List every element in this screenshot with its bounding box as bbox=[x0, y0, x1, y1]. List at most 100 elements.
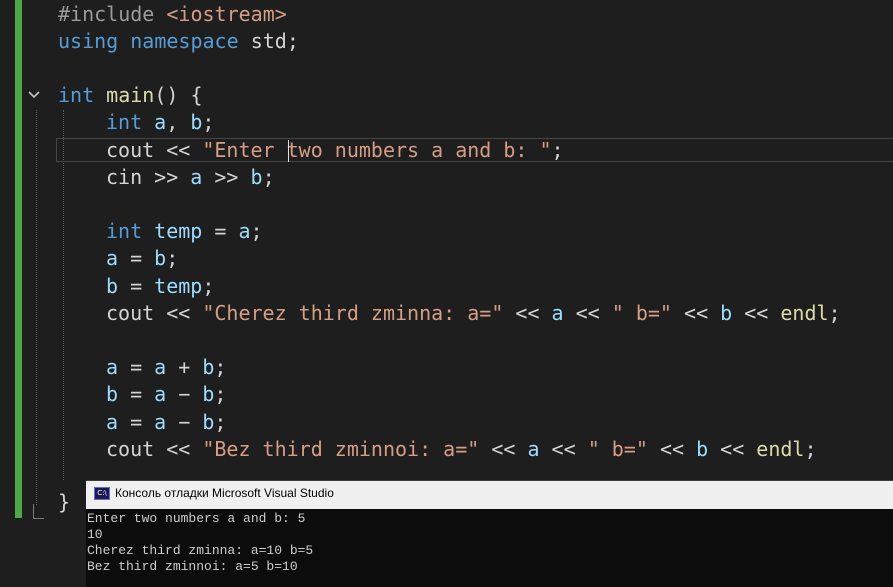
code-line-9[interactable]: int temp = a; bbox=[106, 218, 263, 245]
semicolon: ; bbox=[202, 274, 215, 298]
operator: − bbox=[166, 382, 203, 406]
semicolon: ; bbox=[804, 437, 817, 461]
variable: b bbox=[696, 437, 709, 461]
operator: = bbox=[118, 382, 155, 406]
console-output[interactable]: Enter two numbers a and b: 5 10 Cherez t… bbox=[87, 510, 892, 587]
console-output-line: Enter two numbers a and b: 5 bbox=[87, 511, 306, 526]
operator: − bbox=[166, 410, 203, 434]
operator: << bbox=[539, 437, 588, 461]
code-line-2[interactable]: using namespace std; bbox=[58, 28, 299, 55]
console-output-line: 10 bbox=[87, 527, 103, 542]
variable: b bbox=[190, 110, 203, 134]
semicolon: ; bbox=[202, 110, 215, 134]
string-literal: "Bez third zminnoi: a=" bbox=[202, 437, 480, 461]
operator: << bbox=[503, 301, 552, 325]
variable: temp bbox=[154, 274, 203, 298]
semicolon: ; bbox=[166, 246, 179, 270]
code-line-17[interactable]: cout << "Bez third zminnoi: a=" << a << … bbox=[106, 436, 817, 463]
code-line-19[interactable]: } bbox=[58, 489, 70, 516]
variable: a bbox=[106, 410, 119, 434]
semicolon: ; bbox=[214, 382, 227, 406]
text-caret bbox=[288, 140, 289, 162]
string-literal: " b=" bbox=[587, 437, 648, 461]
semicolon: ; bbox=[551, 138, 564, 162]
operator: << bbox=[154, 301, 203, 325]
variable: a bbox=[106, 246, 119, 270]
code-line-14[interactable]: a = a + b; bbox=[106, 354, 226, 381]
identifier: cin bbox=[106, 165, 143, 189]
type-keyword: int bbox=[58, 83, 95, 107]
identifier: cout bbox=[106, 437, 155, 461]
punctuation: , bbox=[166, 110, 191, 134]
semicolon: ; bbox=[262, 165, 275, 189]
semicolon: ; bbox=[828, 301, 841, 325]
function-name: endl bbox=[780, 301, 829, 325]
chevron-down-icon[interactable] bbox=[26, 84, 44, 106]
console-app-icon: C:\ bbox=[94, 487, 110, 500]
operator: << bbox=[154, 437, 203, 461]
closing-brace: } bbox=[58, 490, 71, 514]
operator: << bbox=[647, 437, 697, 461]
variable: a bbox=[154, 410, 167, 434]
keyword: namespace bbox=[130, 29, 239, 53]
namespace-name: std bbox=[250, 29, 287, 53]
variable: a bbox=[190, 165, 203, 189]
variable: a bbox=[154, 110, 167, 134]
code-line-7[interactable]: cin >> a >> b; bbox=[106, 164, 275, 191]
operator: = bbox=[202, 219, 239, 243]
operator: << bbox=[479, 437, 528, 461]
type-keyword: int bbox=[106, 219, 143, 243]
operator: << bbox=[671, 301, 721, 325]
variable: a bbox=[106, 355, 119, 379]
variable: a bbox=[527, 437, 540, 461]
semicolon: ; bbox=[250, 219, 263, 243]
function-name: main bbox=[106, 83, 155, 107]
keyword: using bbox=[58, 29, 119, 53]
console-title: Консоль отладки Microsoft Visual Studio bbox=[115, 486, 334, 500]
operator: = bbox=[118, 355, 155, 379]
operator: + bbox=[166, 355, 203, 379]
punctuation: () { bbox=[154, 83, 203, 107]
include-header: <iostream> bbox=[166, 2, 287, 26]
variable: temp bbox=[154, 219, 203, 243]
code-line-16[interactable]: a = a − b; bbox=[106, 409, 226, 436]
console-output-line: Cherez third zminna: a=10 b=5 bbox=[87, 543, 314, 558]
variable: b bbox=[202, 410, 215, 434]
variable: b bbox=[250, 165, 263, 189]
console-title-bar[interactable]: C:\ Консоль отладки Microsoft Visual Stu… bbox=[86, 481, 893, 509]
operator: >> bbox=[142, 165, 191, 189]
code-line-12[interactable]: cout << "Cherez third zminna: a=" << a <… bbox=[106, 300, 841, 327]
code-line-15[interactable]: b = a − b; bbox=[106, 381, 226, 408]
string-literal: " b=" bbox=[611, 301, 672, 325]
variable: a bbox=[238, 219, 251, 243]
string-literal: "Cherez third zminna: a=" bbox=[202, 301, 504, 325]
code-line-1[interactable]: #include <iostream> bbox=[58, 1, 287, 28]
operator: = bbox=[118, 246, 155, 270]
variable: a bbox=[154, 355, 167, 379]
variable: b bbox=[202, 355, 215, 379]
semicolon: ; bbox=[286, 29, 299, 53]
type-keyword: int bbox=[106, 110, 143, 134]
variable: b bbox=[720, 301, 733, 325]
operator: = bbox=[118, 410, 155, 434]
preprocessor-directive: #include bbox=[58, 2, 155, 26]
operator: = bbox=[118, 274, 155, 298]
variable: b bbox=[154, 246, 167, 270]
identifier: cout bbox=[106, 138, 155, 162]
variable: a bbox=[154, 382, 167, 406]
debug-console-window[interactable]: C:\ Консоль отладки Microsoft Visual Stu… bbox=[86, 480, 893, 587]
console-output-line: Bez third zminnoi: a=5 b=10 bbox=[87, 559, 298, 574]
operator: >> bbox=[202, 165, 251, 189]
semicolon: ; bbox=[214, 355, 227, 379]
code-line-10[interactable]: a = b; bbox=[106, 245, 178, 272]
indent-guide bbox=[63, 110, 64, 480]
code-line-5[interactable]: int a, b; bbox=[106, 109, 214, 136]
change-indicator-bar bbox=[15, 0, 22, 518]
code-line-11[interactable]: b = temp; bbox=[106, 273, 214, 300]
code-line-6[interactable]: cout << "Enter two numbers a and b: "; bbox=[106, 137, 564, 164]
function-name: endl bbox=[756, 437, 805, 461]
fold-range-end bbox=[33, 504, 44, 519]
variable: a bbox=[551, 301, 564, 325]
code-line-4[interactable]: int main() { bbox=[58, 82, 203, 109]
variable: b bbox=[106, 274, 119, 298]
